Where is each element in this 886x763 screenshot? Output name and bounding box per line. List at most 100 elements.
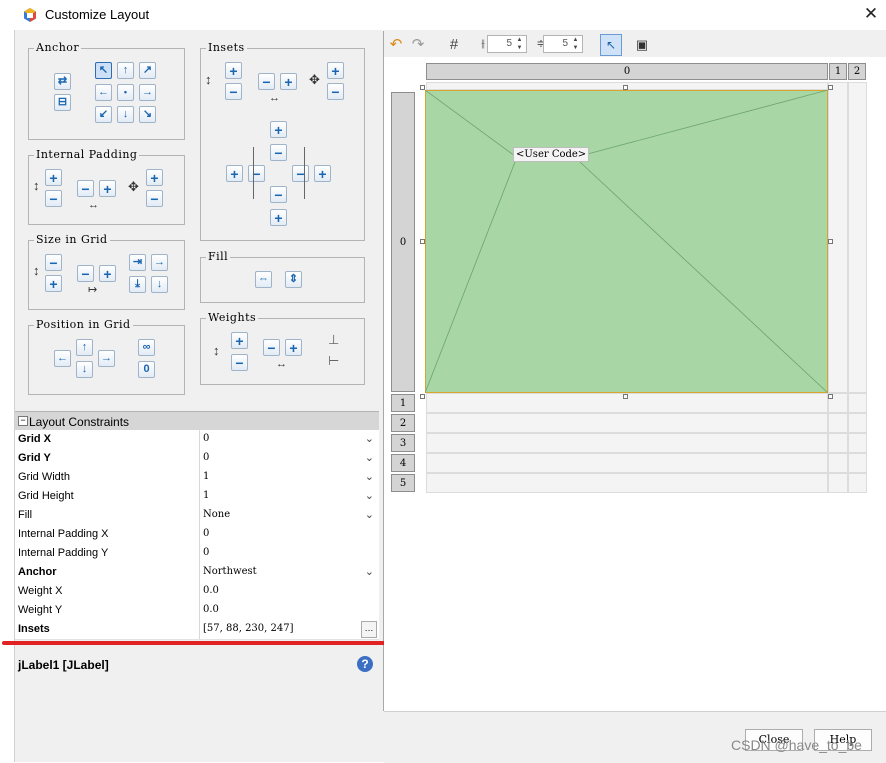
select-mode-icon[interactable]: ↖ — [600, 34, 622, 56]
vertical-gap-spinner[interactable]: 5 ▲ ▼ — [543, 35, 583, 53]
insets-left-increase-button[interactable]: + — [226, 165, 243, 182]
property-row[interactable]: Internal Padding X 0 — [15, 525, 379, 545]
insets-vertical-increase-button[interactable]: + — [225, 62, 242, 79]
property-row[interactable]: Grid Height 1 ⌄ — [15, 487, 379, 507]
property-row[interactable]: Fill None ⌄ — [15, 506, 379, 526]
span-to-last-column-button[interactable]: ⇥ — [129, 254, 146, 271]
span-remainder-row-button[interactable]: ↓ — [151, 276, 168, 293]
anchor-southwest-button[interactable]: ↙ — [95, 106, 112, 123]
weight-x-increase-button[interactable]: + — [285, 339, 302, 356]
property-row[interactable]: Grid Width 1 ⌄ — [15, 468, 379, 488]
resize-handle[interactable] — [623, 394, 628, 399]
grid-width-increase-button[interactable]: + — [99, 265, 116, 282]
chevron-down-icon[interactable]: ⌄ — [365, 565, 374, 578]
column-header[interactable]: 1 — [829, 63, 847, 80]
property-row[interactable]: Grid Y 0 ⌄ — [15, 449, 379, 469]
anchor-south-button[interactable]: ↓ — [117, 106, 134, 123]
resize-handle[interactable] — [420, 239, 425, 244]
ipad-all-decrease-button[interactable]: − — [146, 190, 163, 207]
chevron-down-icon[interactable]: ⌄ — [365, 451, 374, 464]
property-value-field[interactable]: 0.0 — [199, 582, 379, 601]
column-header[interactable]: 2 — [848, 63, 866, 80]
ipad-horizontal-decrease-button[interactable]: − — [77, 180, 94, 197]
row-header[interactable]: 0 — [391, 92, 415, 392]
grid-icon[interactable]: # — [445, 35, 463, 53]
anchor-north-button[interactable]: ↑ — [117, 62, 134, 79]
property-value-field[interactable]: 0 — [199, 544, 379, 563]
property-row[interactable]: Internal Padding Y 0 — [15, 544, 379, 564]
insets-horizontal-decrease-button[interactable]: − — [258, 73, 275, 90]
insets-top-increase-button[interactable]: + — [270, 121, 287, 138]
anchor-west-button[interactable]: ← — [95, 84, 112, 101]
layout-constraints-header[interactable]: − Layout Constraints — [15, 411, 379, 430]
distribute-horizontal-icon[interactable]: ⊥ — [328, 333, 339, 346]
insets-horizontal-increase-button[interactable]: + — [280, 73, 297, 90]
insets-right-increase-button[interactable]: + — [314, 165, 331, 182]
weight-x-decrease-button[interactable]: − — [263, 339, 280, 356]
property-value-field[interactable]: 1 ⌄ — [199, 468, 379, 487]
anchor-northwest-button[interactable]: ↖ — [95, 62, 112, 79]
property-value-field[interactable]: 1 ⌄ — [199, 487, 379, 506]
close-window-button[interactable]: ✕ — [860, 3, 882, 25]
resize-handle[interactable] — [420, 85, 425, 90]
resize-handle[interactable] — [420, 394, 425, 399]
anchor-northeast-button[interactable]: ↗ — [139, 62, 156, 79]
anchor-southeast-button[interactable]: ↘ — [139, 106, 156, 123]
property-row[interactable]: Weight X 0.0 — [15, 582, 379, 602]
grid-height-increase-button[interactable]: + — [45, 275, 62, 292]
help-icon[interactable]: ? — [357, 656, 373, 672]
row-header[interactable]: 5 — [391, 474, 415, 492]
link-icon[interactable]: ∞ — [138, 339, 155, 356]
ipad-horizontal-increase-button[interactable]: + — [99, 180, 116, 197]
horizontal-gap-spinner[interactable]: 5 ▲ ▼ — [487, 35, 527, 53]
undo-icon[interactable]: ↶ — [387, 35, 405, 53]
property-value-field[interactable]: 0 ⌄ — [199, 430, 379, 449]
row-header[interactable]: 3 — [391, 434, 415, 452]
property-row[interactable]: Weight Y 0.0 — [15, 601, 379, 621]
grid-height-decrease-button[interactable]: − — [45, 254, 62, 271]
chevron-down-icon[interactable]: ⌄ — [365, 470, 374, 483]
resize-handle[interactable] — [828, 85, 833, 90]
redo-icon[interactable]: ↷ — [409, 35, 427, 53]
span-remainder-column-button[interactable]: → — [151, 254, 168, 271]
insets-vertical-decrease-button[interactable]: − — [225, 83, 242, 100]
spinner-arrows-icon[interactable]: ▲ ▼ — [514, 36, 525, 52]
ellipsis-button[interactable]: … — [361, 621, 377, 638]
weight-y-decrease-button[interactable]: − — [231, 354, 248, 371]
column-header[interactable]: 0 — [426, 63, 828, 80]
resize-handle[interactable] — [828, 394, 833, 399]
property-value-field[interactable]: 0.0 — [199, 601, 379, 620]
row-header[interactable]: 4 — [391, 454, 415, 472]
grid-width-decrease-button[interactable]: − — [77, 265, 94, 282]
property-row[interactable]: Anchor Northwest ⌄ — [15, 563, 379, 583]
property-value-field[interactable]: None ⌄ — [199, 506, 379, 525]
ipad-vertical-increase-button[interactable]: + — [45, 169, 62, 186]
ipad-all-increase-button[interactable]: + — [146, 169, 163, 186]
chevron-down-icon[interactable]: ⌄ — [365, 432, 374, 445]
fill-horizontal-button[interactable]: ⇔ — [255, 271, 272, 288]
move-down-button[interactable]: ↓ — [76, 361, 93, 378]
collapse-icon[interactable]: − — [18, 416, 28, 426]
chevron-down-icon[interactable]: ⌄ — [365, 489, 374, 502]
fill-vertical-button[interactable]: ⇕ — [285, 271, 302, 288]
insets-bottom-increase-button[interactable]: + — [270, 209, 287, 226]
property-row[interactable]: Grid X 0 ⌄ — [15, 430, 379, 450]
preview-icon[interactable]: ▣ — [633, 35, 651, 53]
weight-y-increase-button[interactable]: + — [231, 332, 248, 349]
insets-all-increase-button[interactable]: + — [327, 62, 344, 79]
spinner-arrows-icon[interactable]: ▲ ▼ — [570, 36, 581, 52]
move-left-button[interactable]: ← — [54, 350, 71, 367]
move-up-button[interactable]: ↑ — [76, 339, 93, 356]
row-header[interactable]: 1 — [391, 394, 415, 412]
anchor-east-button[interactable]: → — [139, 84, 156, 101]
row-header[interactable]: 2 — [391, 414, 415, 432]
property-value-field[interactable]: Northwest ⌄ — [199, 563, 379, 582]
resize-handle[interactable] — [623, 85, 628, 90]
property-row[interactable]: Insets [57, 88, 230, 247]… — [15, 620, 379, 640]
insets-all-decrease-button[interactable]: − — [327, 83, 344, 100]
span-to-last-row-button[interactable]: ⤓ — [129, 276, 146, 293]
ipad-vertical-decrease-button[interactable]: − — [45, 190, 62, 207]
property-value-field[interactable]: 0 — [199, 525, 379, 544]
user-code-label[interactable]: <User Code> — [513, 147, 590, 162]
chevron-down-icon[interactable]: ⌄ — [365, 508, 374, 521]
